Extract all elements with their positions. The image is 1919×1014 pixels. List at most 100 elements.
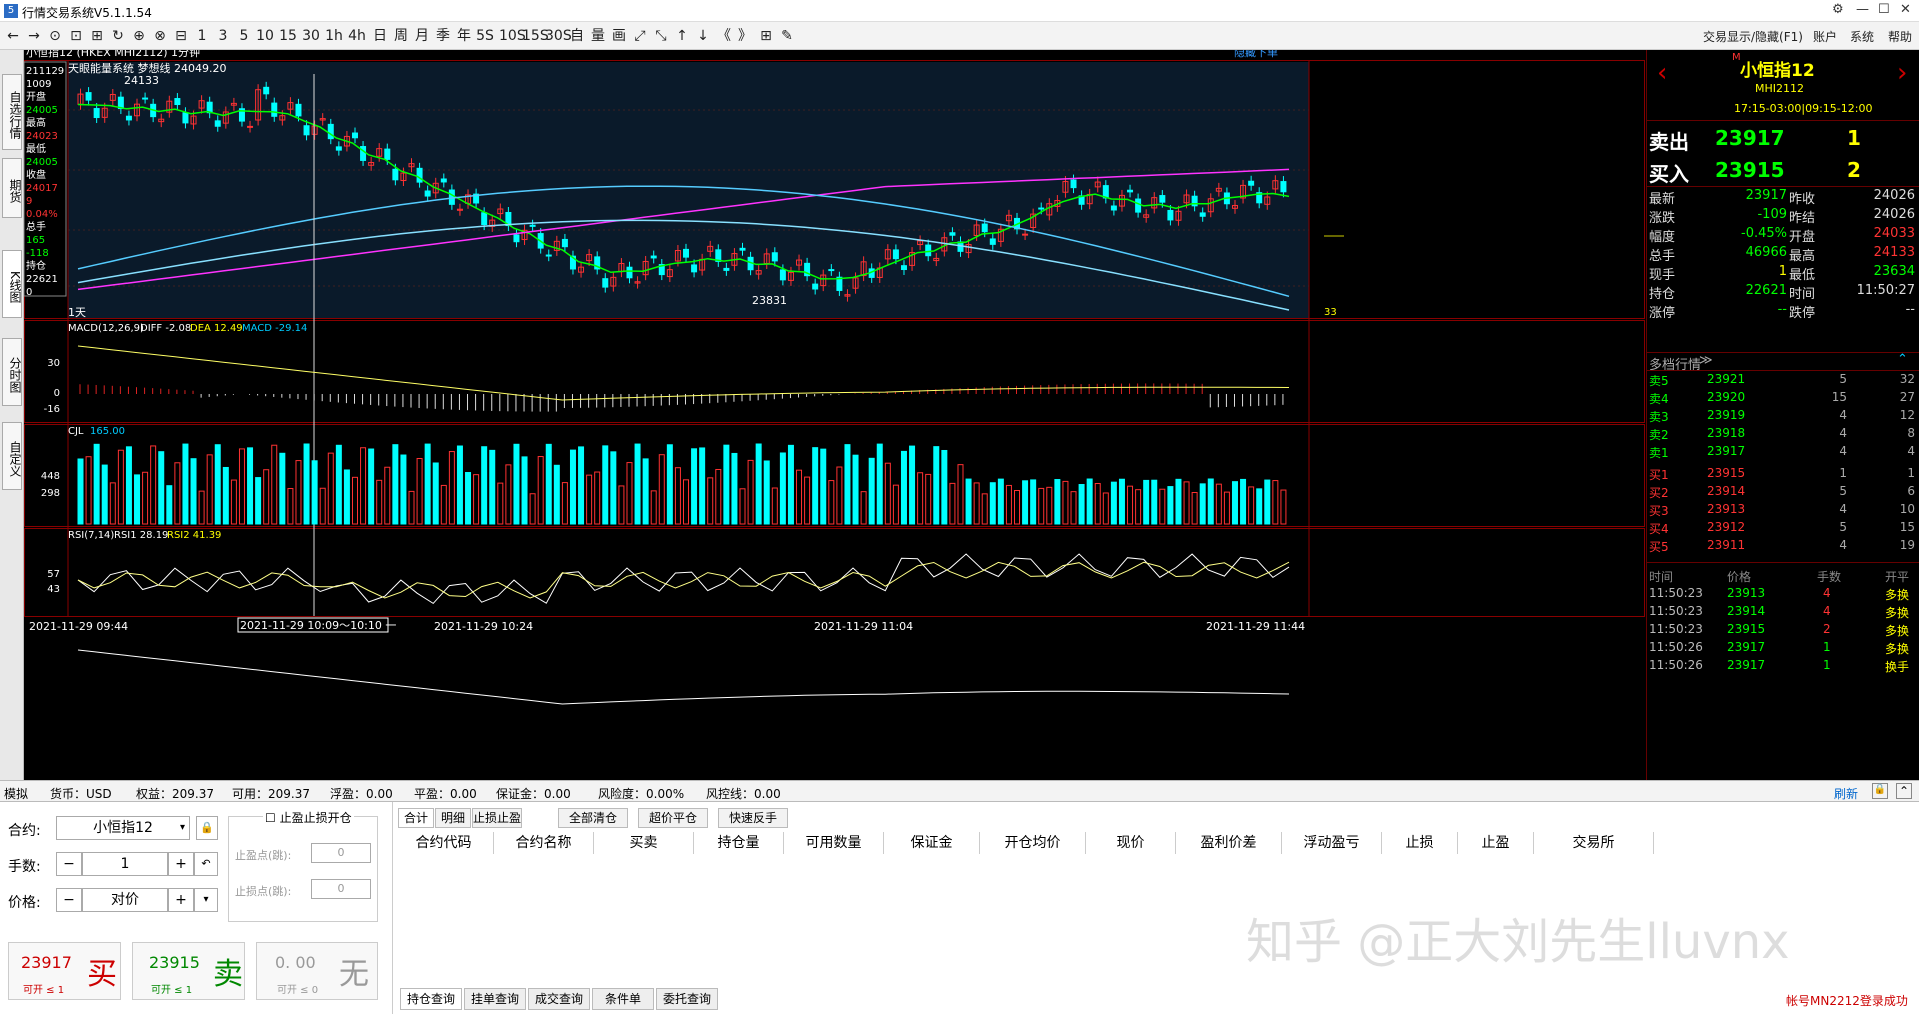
candle-body: [739, 247, 746, 251]
toolbar-item-item-15[interactable]: 1h: [325, 26, 343, 46]
tab-timeshare[interactable]: 分时图: [2, 338, 22, 406]
tab-futures[interactable]: 期货: [2, 158, 22, 218]
prev-contract-arrow-icon[interactable]: ‹: [1657, 58, 1667, 88]
toggle-trade-display[interactable]: 交易显示/隐藏(F1): [1703, 28, 1803, 45]
menu-help[interactable]: 帮助: [1888, 28, 1912, 45]
tab-custom[interactable]: 自定义: [2, 422, 22, 490]
candle-body: [1070, 179, 1077, 189]
col-header[interactable]: 保证金: [884, 832, 980, 854]
toolbar-item-remove-icon[interactable]: ⊗: [151, 26, 169, 46]
col-header[interactable]: 合约名称: [494, 832, 594, 854]
minimize-button[interactable]: —: [1856, 2, 1869, 17]
col-header[interactable]: 止损: [1382, 832, 1458, 854]
bottom-tab-0[interactable]: 持仓查询: [400, 988, 462, 1010]
toolbar-item-item-19[interactable]: 月: [413, 26, 431, 46]
toolbar: ← → ⊙ ⊡ ⊞ ↻ ⊕ ⊗ ⊟ 1 3 5 10 15 30 1h 4h 日周月季年 5S 10S 15S 30S 自量…: [0, 22, 1919, 50]
toolbar-item-item-16[interactable]: 4h: [348, 26, 366, 46]
kline-chart-svg[interactable]: 小恒指12 (HKEX MHI2112) 1分钟 隐藏下单天眼能量系统 梦想线 2…: [24, 50, 1646, 780]
col-header[interactable]: 交易所: [1534, 832, 1654, 854]
sell-button[interactable]: 23915 卖 可开 ≤ 1: [132, 942, 245, 1000]
col-header[interactable]: 止盈: [1458, 832, 1534, 854]
toolbar-item-target-icon[interactable]: ⊙: [46, 26, 64, 46]
qty-plus-button[interactable]: +: [168, 852, 194, 876]
bottom-tab-3[interactable]: 条件单: [592, 988, 654, 1010]
contract-select[interactable]: 小恒指12 ▾: [56, 816, 190, 840]
toolbar-item-item-11[interactable]: 5: [235, 26, 253, 46]
bottom-tab-4[interactable]: 委托查询: [656, 988, 718, 1010]
toolbar-item-item-31[interactable]: ↑: [673, 26, 691, 46]
next-contract-arrow-icon[interactable]: ›: [1897, 58, 1907, 88]
toolbar-item-item-9[interactable]: 1: [193, 26, 211, 46]
buy-button[interactable]: 23917 买 可开 ≤ 1: [8, 942, 121, 1000]
col-header[interactable]: 开仓均价: [980, 832, 1086, 854]
col-header[interactable]: 盈利价差: [1176, 832, 1282, 854]
toolbar-item-item-35[interactable]: ⊞: [757, 26, 775, 46]
col-header[interactable]: 浮动盈亏: [1282, 832, 1382, 854]
price-plus-button[interactable]: +: [168, 888, 194, 912]
col-header[interactable]: 买卖: [594, 832, 694, 854]
depth-expand-icon[interactable]: ≫: [1699, 353, 1713, 368]
menu-system[interactable]: 系统: [1850, 28, 1874, 45]
expand-icon[interactable]: ⌃: [1896, 783, 1912, 799]
qty-reset-icon[interactable]: ↶: [194, 852, 218, 876]
tab-kline[interactable]: K线图: [2, 250, 22, 318]
action-button-0[interactable]: 全部清仓: [558, 808, 628, 828]
toolbar-item-item-28[interactable]: 画: [610, 26, 628, 46]
chart-area[interactable]: 小恒指12 (HKEX MHI2112) 1分钟 隐藏下单 天眼能量系统 梦想线 2…: [24, 50, 1646, 780]
toolbar-item-item-36[interactable]: ✎: [778, 26, 796, 46]
toolbar-item-item-32[interactable]: ↓: [694, 26, 712, 46]
qty-input[interactable]: 1: [82, 852, 168, 876]
refresh-link[interactable]: 刷新: [1834, 785, 1858, 802]
close-button[interactable]: ✕: [1900, 2, 1911, 17]
toolbar-item-item-13[interactable]: 15: [279, 26, 297, 46]
pos-tab-0[interactable]: 合计: [398, 808, 434, 828]
toolbar-item-item-20[interactable]: 季: [434, 26, 452, 46]
toolbar-item-item-34[interactable]: 》: [736, 26, 754, 46]
menu-account[interactable]: 账户: [1813, 28, 1837, 45]
col-header[interactable]: 现价: [1086, 832, 1176, 854]
toolbar-item-item-10[interactable]: 3: [214, 26, 232, 46]
sl-input[interactable]: 0: [311, 879, 371, 899]
price-input[interactable]: 对价: [82, 888, 168, 912]
price-type-dropdown-icon[interactable]: ▾: [194, 888, 218, 912]
action-button-2[interactable]: 快速反手: [718, 808, 788, 828]
toolbar-item-refresh-icon[interactable]: ↻: [109, 26, 127, 46]
col-header[interactable]: 合约代码: [394, 832, 494, 854]
pos-tab-2[interactable]: 止损止盈: [472, 808, 522, 828]
toolbar-item-item-18[interactable]: 周: [392, 26, 410, 46]
toolbar-item-item-33[interactable]: 《: [715, 26, 733, 46]
toolbar-item-add-icon[interactable]: ⊕: [130, 26, 148, 46]
collapse-icon[interactable]: ⌃: [1897, 352, 1908, 367]
settings-icon[interactable]: ⚙: [1832, 2, 1844, 17]
toolbar-item-grid-icon[interactable]: ⊞: [88, 26, 106, 46]
bottom-tab-1[interactable]: 挂单查询: [464, 988, 526, 1010]
toolbar-item-frame-icon[interactable]: ⊡: [67, 26, 85, 46]
lock-contract-icon[interactable]: 🔒: [196, 816, 218, 840]
col-header[interactable]: 持仓量: [694, 832, 784, 854]
toolbar-item-item-21[interactable]: 年: [455, 26, 473, 46]
toolbar-item-item-30[interactable]: ⤡: [652, 26, 670, 46]
toolbar-item-item-22[interactable]: 5S: [476, 26, 494, 46]
toolbar-item-item-17[interactable]: 日: [371, 26, 389, 46]
none-button-char: 无: [339, 957, 369, 992]
toolbar-item-item-27[interactable]: 量: [589, 26, 607, 46]
toolbar-item-item-12[interactable]: 10: [256, 26, 274, 46]
bottom-tab-2[interactable]: 成交查询: [528, 988, 590, 1010]
toolbar-item-back-icon[interactable]: ←: [4, 26, 22, 46]
toolbar-item-item-26[interactable]: 自: [568, 26, 586, 46]
col-header[interactable]: 可用数量: [784, 832, 884, 854]
toolbar-item-item-14[interactable]: 30: [302, 26, 320, 46]
lock-icon[interactable]: 🔒: [1872, 783, 1888, 799]
tp-input[interactable]: 0: [311, 843, 371, 863]
maximize-button[interactable]: ☐: [1878, 2, 1890, 17]
toolbar-item-table-icon[interactable]: ⊟: [172, 26, 190, 46]
stop-open-checkbox[interactable]: ☐ 止盈止损开仓: [263, 809, 354, 826]
qty-minus-button[interactable]: −: [56, 852, 82, 876]
tab-watchlist[interactable]: 自选行情: [2, 74, 22, 150]
toolbar-item-forward-icon[interactable]: →: [25, 26, 43, 46]
pos-tab-1[interactable]: 明细: [435, 808, 471, 828]
toolbar-item-item-29[interactable]: ⤢: [631, 26, 649, 46]
action-button-1[interactable]: 超价平仓: [638, 808, 708, 828]
price-minus-button[interactable]: −: [56, 888, 82, 912]
none-button[interactable]: 0. 00 无 可开 ≤ 0: [256, 942, 378, 1000]
